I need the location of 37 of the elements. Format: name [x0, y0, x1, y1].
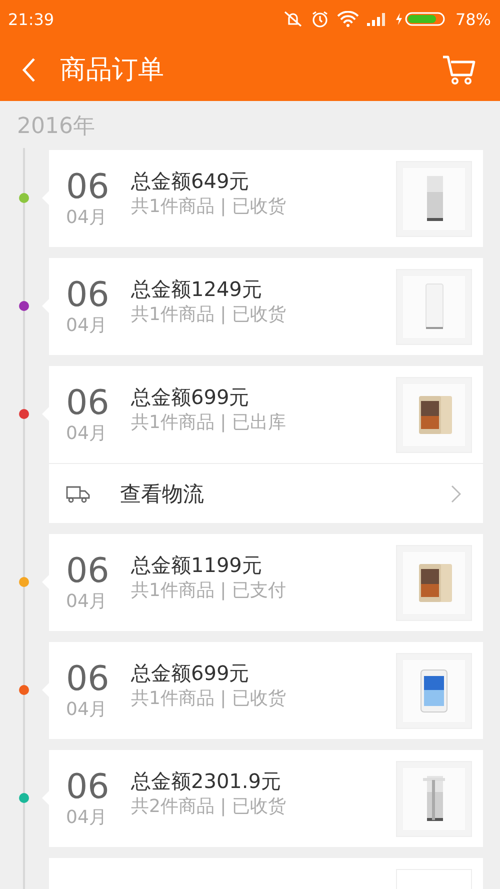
order-total: 总金额1199元: [131, 552, 263, 579]
page-title: 商品订单: [60, 54, 165, 87]
order-month: 04月: [66, 698, 108, 722]
order-month: 04月: [66, 314, 108, 338]
order-summary: 共1件商品 | 已支付: [131, 579, 287, 603]
order-day: 06: [66, 552, 131, 590]
battery-percent: 78%: [455, 10, 491, 28]
order-summary: 共1件商品 | 已收货: [131, 195, 287, 219]
order-summary: 共1件商品 | 已收货: [131, 303, 287, 327]
order-total: 总金额699元: [131, 384, 250, 411]
order-total: 总金额1249元: [131, 276, 263, 303]
order-summary: 共1件商品 | 已收货: [131, 687, 287, 711]
alarm-icon: [311, 10, 330, 28]
order-day: 06: [66, 768, 131, 806]
order-total: 总金额649元: [131, 168, 250, 195]
order-month: 04月: [66, 206, 108, 230]
order-day: 06: [66, 168, 131, 206]
battery-icon: [395, 11, 448, 27]
order-day: 06: [66, 276, 131, 314]
back-button[interactable]: [22, 56, 36, 82]
status-time: 21:39: [8, 10, 54, 28]
order-day: 06: [66, 384, 131, 422]
order-month: 04月: [66, 422, 108, 446]
wifi-icon: [337, 11, 360, 27]
chevron-right-icon: [451, 484, 461, 502]
signal-icon: [367, 12, 388, 26]
order-summary: 共1件商品 | 已出库: [131, 411, 287, 435]
order-month: 04月: [66, 590, 108, 614]
cart-button[interactable]: [442, 54, 476, 84]
truck-icon: [66, 484, 90, 502]
order-month: 04月: [66, 806, 108, 830]
order-summary: 共2件商品 | 已收货: [131, 795, 287, 819]
year-label: 2016年: [17, 112, 95, 140]
mute-icon: [283, 10, 304, 28]
order-day: 06: [66, 660, 131, 698]
order-total: 总金额699元: [131, 660, 250, 687]
order-total: 总金额2301.9元: [131, 768, 282, 795]
